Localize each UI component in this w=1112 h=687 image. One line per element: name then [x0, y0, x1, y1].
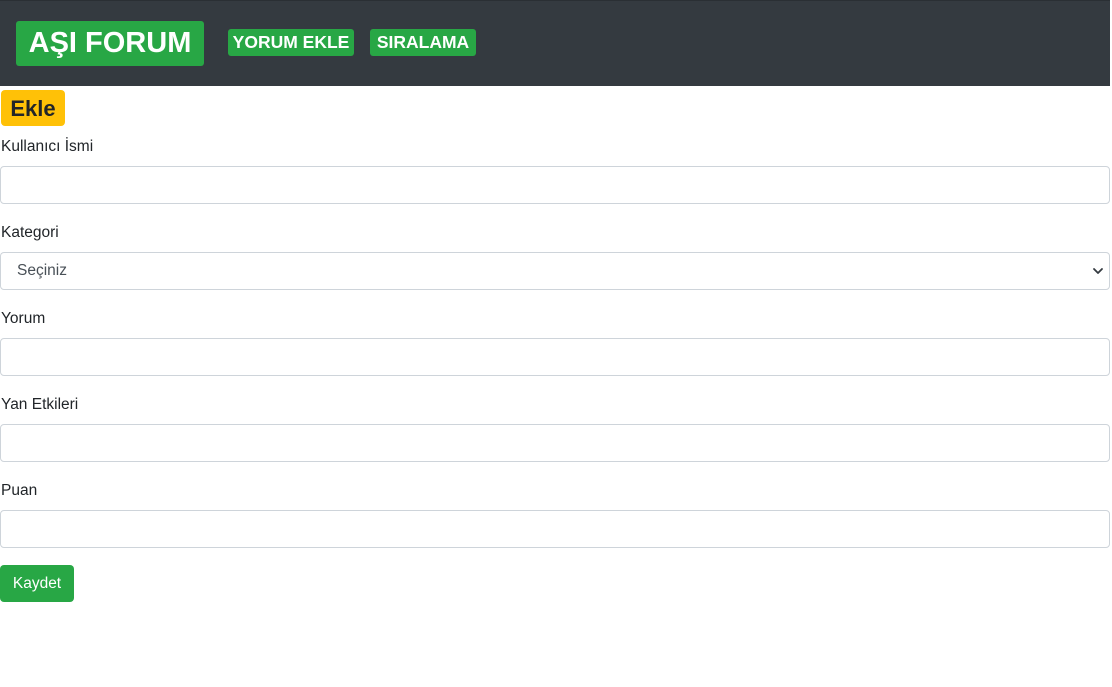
comment-input[interactable]	[0, 338, 1110, 376]
nav-link-siralama[interactable]: SIRALAMA	[370, 29, 476, 56]
top-navbar: AŞI FORUM YORUM EKLE SIRALAMA	[0, 0, 1110, 86]
comment-label: Yorum	[1, 310, 46, 327]
form-title-badge: Ekle	[1, 90, 65, 126]
username-input[interactable]	[0, 166, 1110, 204]
username-label: Kullanıcı İsmi	[1, 138, 94, 155]
rating-label: Puan	[1, 482, 38, 499]
save-button[interactable]: Kaydet	[0, 565, 74, 602]
rating-input[interactable]	[0, 510, 1110, 548]
category-selected-value: Seçiniz	[17, 262, 67, 279]
side-effects-input[interactable]	[0, 424, 1110, 462]
chevron-down-icon	[1093, 268, 1103, 274]
nav-link-yorum-ekle[interactable]: YORUM EKLE	[228, 29, 354, 56]
brand-link[interactable]: AŞI FORUM	[16, 21, 204, 66]
category-label: Kategori	[1, 224, 59, 241]
side-effects-label: Yan Etkileri	[1, 396, 79, 413]
category-select[interactable]: Seçiniz	[0, 252, 1110, 290]
